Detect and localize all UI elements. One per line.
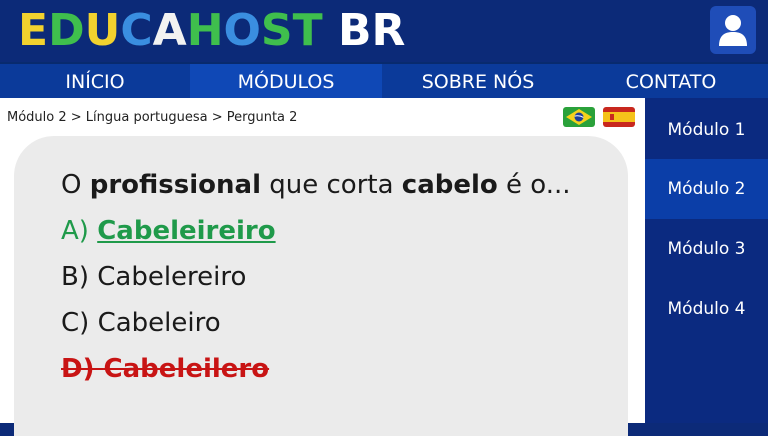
option-text: Cabelereiro bbox=[97, 262, 247, 292]
nav-item-inicio[interactable]: INÍCIO bbox=[0, 64, 190, 100]
logo-letter: A bbox=[152, 5, 187, 56]
nav-item-contato[interactable]: CONTATO bbox=[574, 64, 768, 100]
logo-letter: E bbox=[18, 5, 49, 56]
user-icon bbox=[719, 15, 747, 46]
logo-letter: D bbox=[48, 5, 85, 56]
logo-letter: B bbox=[337, 5, 372, 56]
option-a[interactable]: A) Cabeleireiro bbox=[61, 216, 276, 246]
question-text: O profissional que corta cabelo é o... bbox=[61, 170, 571, 200]
logo-letter: O bbox=[223, 5, 261, 56]
option-text: Cabeleireiro bbox=[97, 216, 276, 246]
logo-letter: R bbox=[371, 5, 406, 56]
main-nav: INÍCIO MÓDULOS SOBRE NÓS CONTATO bbox=[0, 62, 768, 100]
question-keyword: cabelo bbox=[401, 170, 498, 200]
option-c[interactable]: C) Cabeleiro bbox=[61, 308, 221, 338]
sidebar-item-modulo-3[interactable]: Módulo 3 bbox=[645, 219, 768, 279]
flag-brazil-icon[interactable] bbox=[563, 107, 595, 127]
nav-item-sobre-nos[interactable]: SOBRE NÓS bbox=[382, 64, 574, 100]
sidebar-item-modulo-4[interactable]: Módulo 4 bbox=[645, 279, 768, 339]
option-d[interactable]: D) Cabeleilero bbox=[61, 354, 269, 384]
logo-letter: C bbox=[120, 5, 153, 56]
option-letter: A) bbox=[61, 216, 98, 246]
flag-spain-icon[interactable] bbox=[603, 107, 635, 127]
question-keyword: profissional bbox=[89, 170, 261, 200]
option-text: Cabeleilero bbox=[103, 354, 270, 384]
module-sidebar: Módulo 1 Módulo 2 Módulo 3 Módulo 4 bbox=[645, 98, 768, 423]
option-letter: B) bbox=[61, 262, 98, 292]
option-text: Cabeleiro bbox=[97, 308, 221, 338]
sidebar-item-modulo-1[interactable]: Módulo 1 bbox=[645, 100, 768, 160]
user-account-button[interactable] bbox=[710, 6, 756, 54]
question-card: O profissional que corta cabelo é o... A… bbox=[14, 136, 628, 436]
logo-letter bbox=[323, 4, 338, 58]
question-part: é o... bbox=[497, 170, 571, 200]
logo-letter: U bbox=[84, 5, 121, 56]
question-part: que corta bbox=[261, 170, 402, 200]
logo[interactable]: EDUCAHOST BR bbox=[18, 4, 405, 58]
option-letter: D) bbox=[61, 354, 104, 384]
logo-letter: T bbox=[292, 5, 323, 56]
question-part: O bbox=[61, 170, 90, 200]
header: EDUCAHOST BR bbox=[0, 0, 768, 62]
logo-letter: H bbox=[186, 5, 224, 56]
breadcrumb: Módulo 2 > Língua portuguesa > Pergunta … bbox=[7, 110, 298, 125]
nav-item-modulos[interactable]: MÓDULOS bbox=[190, 64, 382, 100]
sidebar-item-modulo-2[interactable]: Módulo 2 bbox=[645, 159, 768, 219]
option-b[interactable]: B) Cabelereiro bbox=[61, 262, 246, 292]
main-content: Módulo 2 > Língua portuguesa > Pergunta … bbox=[0, 98, 645, 436]
option-letter: C) bbox=[61, 308, 98, 338]
logo-letter: S bbox=[260, 5, 293, 56]
